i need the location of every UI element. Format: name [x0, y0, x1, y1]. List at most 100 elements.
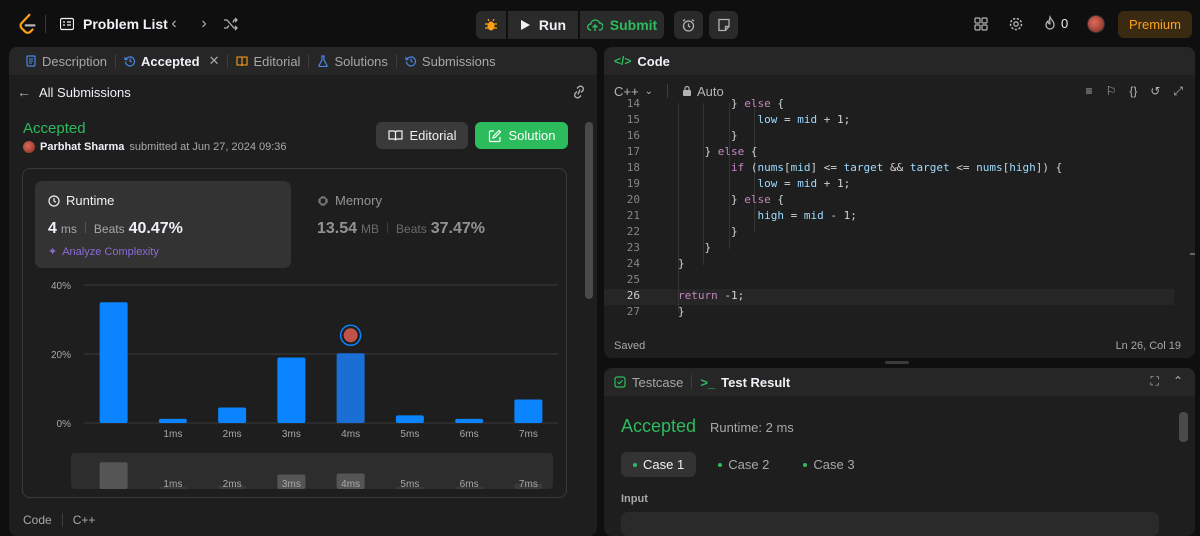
runtime-distribution-chart[interactable]: 40% 20% 0% 1ms 2ms 3ms 4ms 5ms 6ms 7ms 1ms 2ms 3ms 4m…	[23, 279, 568, 499]
x-tick-label: 4ms	[341, 429, 360, 440]
chart-bar[interactable]	[158, 418, 187, 423]
clock-icon	[48, 194, 60, 207]
y-tick-label: 20%	[51, 350, 71, 361]
line-number: 22	[626, 225, 640, 238]
tab-separator	[227, 54, 229, 68]
code-line[interactable]: 26 return -1;	[604, 289, 1179, 305]
resize-handle[interactable]	[885, 361, 909, 364]
mini-tick-label: 6ms	[460, 479, 479, 490]
tab-description[interactable]: Description	[19, 47, 113, 75]
tab-accepted[interactable]: Accepted ✕	[118, 47, 225, 75]
code-line[interactable]: 17 } else {	[604, 145, 1179, 161]
runtime-card[interactable]: Runtime 4 ms Beats 40.47% ✦ Analyze Comp…	[35, 181, 291, 268]
book-icon	[387, 130, 403, 141]
mini-bar	[99, 462, 128, 489]
code-line[interactable]: 18 if (nums[mid] <= target && target <= …	[604, 161, 1179, 177]
all-submissions-link[interactable]: ← All Submissions	[17, 84, 131, 100]
close-tab-icon[interactable]: ✕	[209, 53, 220, 69]
chart-bar[interactable]	[514, 399, 543, 423]
notes-icon[interactable]	[709, 11, 738, 39]
line-number: 18	[626, 161, 640, 174]
submitter-name[interactable]: Parbhat Sharma	[40, 141, 124, 153]
test-result-panel: Testcase >_ Test Result ⛶ ⌃ Accepted Run…	[604, 368, 1195, 536]
tab-editorial[interactable]: Editorial	[230, 47, 306, 75]
debug-bug-icon[interactable]	[476, 11, 506, 39]
test-tabs-bar: Testcase >_ Test Result ⛶ ⌃	[604, 368, 1195, 396]
editorial-button[interactable]: Editorial	[376, 122, 468, 149]
shuffle-icon[interactable]	[223, 16, 239, 32]
tab-test-result[interactable]: >_ Test Result	[700, 375, 790, 390]
share-link-icon[interactable]	[571, 85, 587, 99]
scrollbar[interactable]	[1179, 412, 1188, 442]
scrollbar[interactable]	[585, 122, 593, 299]
code-line[interactable]: 14 } else {	[604, 97, 1179, 113]
memory-card[interactable]: Memory 13.54 MB Beats 37.47%	[304, 181, 544, 268]
range-slider-track[interactable]	[71, 453, 553, 489]
layout-grid-icon[interactable]	[974, 14, 988, 34]
code-line[interactable]: 16 }	[604, 129, 1179, 145]
tab-testcase[interactable]: Testcase	[614, 375, 683, 390]
code-text: } else {	[678, 97, 784, 110]
line-number: 23	[626, 241, 640, 254]
run-button[interactable]: Run	[508, 11, 578, 39]
problem-list-link[interactable]: Problem List	[83, 16, 168, 32]
code-line[interactable]: 25	[604, 273, 1179, 289]
chart-bar[interactable]	[99, 302, 128, 423]
memory-value: 13.54 MB Beats 37.47%	[317, 220, 485, 237]
code-text: low = mid + 1;	[757, 113, 851, 126]
code-line[interactable]: 20 } else {	[604, 193, 1179, 209]
timer-alarm-icon[interactable]	[674, 11, 703, 39]
case-tab[interactable]: Case 3	[791, 452, 866, 477]
code-line[interactable]: 15 low = mid + 1;	[604, 113, 1179, 129]
chart-bar[interactable]	[395, 415, 424, 423]
next-problem-chevron-right-icon[interactable]: ›	[195, 15, 213, 33]
chip-icon	[318, 195, 328, 206]
checkbox-icon	[614, 376, 626, 388]
analyze-complexity-link[interactable]: ✦ Analyze Complexity	[48, 245, 159, 259]
user-avatar[interactable]	[1087, 15, 1105, 33]
code-text: }	[678, 241, 712, 254]
run-label: Run	[538, 17, 567, 33]
mini-tick-label: 3ms	[282, 479, 301, 490]
leetcode-logo-icon[interactable]	[17, 13, 39, 35]
submit-label: Submit	[609, 17, 658, 33]
code-editor[interactable]: 14 } else {15 low = mid + 1; 16 } 17 } els…	[604, 97, 1195, 323]
tab-solutions[interactable]: Solutions	[311, 47, 393, 75]
code-tab[interactable]: Code	[23, 513, 52, 527]
code-line[interactable]: 21 high = mid - 1;	[604, 209, 1179, 225]
chart-bar[interactable]	[336, 353, 365, 423]
avatar[interactable]	[23, 141, 35, 153]
line-number: 26	[626, 289, 640, 302]
line-number: 15	[626, 113, 640, 126]
collapse-chevron-up-icon[interactable]: ⌃	[1173, 374, 1183, 389]
submit-button[interactable]: Submit	[580, 11, 664, 39]
premium-button[interactable]: Premium	[1118, 11, 1192, 38]
code-text: low = mid + 1;	[757, 177, 851, 190]
code-line[interactable]: 19 low = mid + 1;	[604, 177, 1179, 193]
chart-bar[interactable]	[455, 418, 484, 423]
code-line[interactable]: 24}	[604, 257, 1179, 273]
prev-problem-chevron-left-icon[interactable]: ‹	[165, 15, 183, 33]
history-icon	[405, 56, 417, 67]
cursor-position: Ln 26, Col 19	[1115, 340, 1181, 352]
tab-submissions[interactable]: Submissions	[399, 47, 502, 75]
code-line[interactable]: 27}	[604, 305, 1179, 321]
chart-bar[interactable]	[218, 407, 247, 423]
list-icon	[60, 17, 74, 31]
runtime-title: Runtime	[48, 193, 114, 208]
lock-icon	[682, 85, 691, 96]
case-tab[interactable]: Case 1	[621, 452, 697, 477]
case-tab[interactable]: Case 2	[706, 452, 781, 477]
tab-separator	[61, 513, 63, 527]
input-value-box	[621, 512, 1159, 536]
code-line[interactable]: 23 }	[604, 241, 1179, 257]
maximize-icon[interactable]: ⛶	[1151, 374, 1159, 389]
solution-button[interactable]: Solution	[475, 122, 568, 149]
settings-gear-icon[interactable]	[1008, 14, 1024, 34]
code-text: } else {	[678, 193, 784, 206]
chart-bar[interactable]	[277, 357, 306, 423]
streak-flame-icon[interactable]	[1043, 14, 1057, 34]
code-line[interactable]: 22 }	[604, 225, 1179, 241]
chevron-down-icon: ⌄	[644, 85, 653, 97]
panel-actions: ⛶ ⌃	[1151, 374, 1183, 389]
